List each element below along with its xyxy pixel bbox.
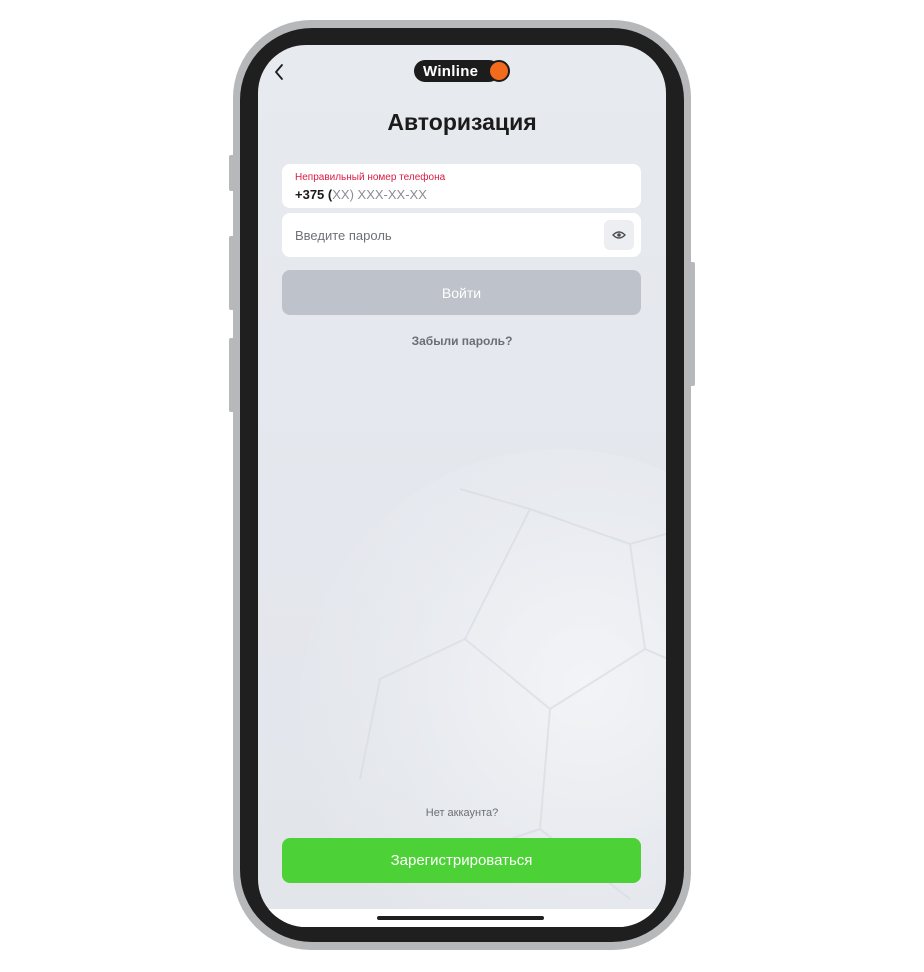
page-title: Авторизация xyxy=(387,109,537,135)
winline-logo: Winline xyxy=(414,59,510,83)
password-placeholder: Введите пароль xyxy=(295,228,392,243)
phone-country-code: +375 ( xyxy=(295,187,333,202)
phone-input[interactable]: +375 (XX) XXX-XX-XX xyxy=(295,187,427,202)
no-account-label: Нет аккаунта? xyxy=(425,807,499,819)
register-button[interactable]: Зарегистрироваться xyxy=(282,838,641,883)
logo-dot-icon xyxy=(488,60,510,82)
password-field[interactable]: Введите пароль xyxy=(282,213,641,257)
phone-mask: XX) XXX-XX-XX xyxy=(332,187,427,202)
show-password-button[interactable] xyxy=(604,220,634,250)
home-indicator[interactable] xyxy=(377,916,544,920)
phone-field[interactable]: Неправильный номер телефона +375 (XX) XX… xyxy=(282,164,641,208)
app-screen: Winline Авторизация Неправильный номер т… xyxy=(258,45,666,927)
phone-side-button xyxy=(229,155,235,191)
chevron-left-icon[interactable] xyxy=(272,61,286,83)
login-button[interactable]: Войти xyxy=(282,270,641,315)
phone-error-message: Неправильный номер телефона xyxy=(295,172,446,183)
eye-icon xyxy=(612,231,626,239)
phone-power-button xyxy=(689,262,695,386)
phone-volume-down-button xyxy=(229,338,235,412)
phone-volume-up-button xyxy=(229,236,235,310)
forgot-password-link[interactable]: Забыли пароль? xyxy=(258,334,666,348)
